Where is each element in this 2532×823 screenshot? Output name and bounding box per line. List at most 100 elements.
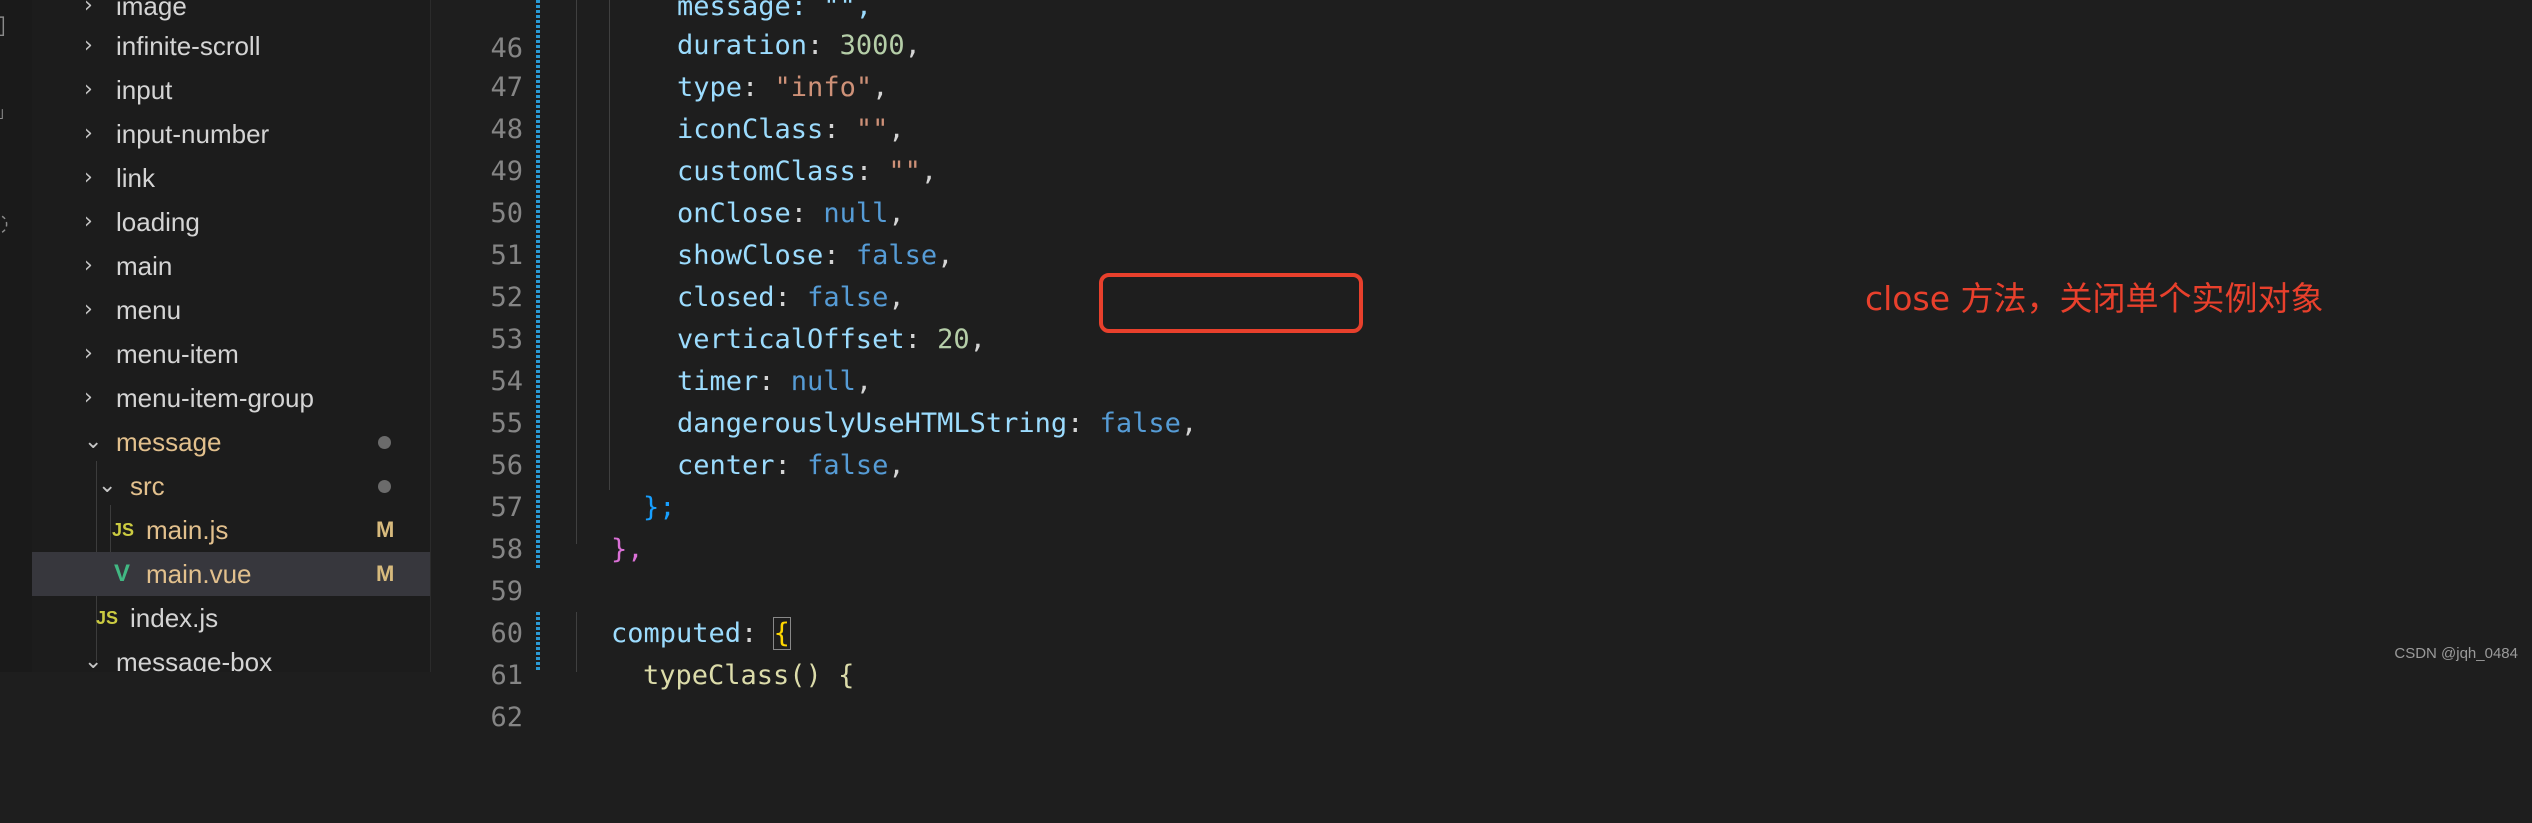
tree-folder-input[interactable]: › input: [32, 68, 430, 112]
js-file-icon: JS: [96, 608, 119, 628]
property-value: 20: [937, 324, 970, 355]
property-value: false: [807, 450, 889, 481]
property-name: showClose: [677, 240, 824, 271]
property-value: "": [855, 114, 889, 145]
chevron-down-icon: ⌄: [98, 473, 117, 498]
property-name: timer: [677, 366, 759, 397]
property-name: customClass: [677, 156, 856, 187]
explorer-sidebar: › image › infinite-scroll › input › inpu…: [32, 0, 431, 672]
tree-file-main-js[interactable]: JS main.js M: [32, 508, 430, 552]
tree-item-label: link: [116, 163, 156, 193]
js-file-icon: JS: [112, 520, 135, 540]
tree-item-label: input-number: [116, 119, 270, 149]
tree-folder-menu[interactable]: › menu: [32, 288, 430, 332]
tree-item-label: loading: [116, 207, 200, 237]
property-name: dangerouslyUseHTMLString: [677, 408, 1068, 439]
annotation-text: close 方法，关闭单个实例对象: [1865, 279, 2324, 318]
code-line: 56 dangerouslyUseHTMLString: false,: [431, 403, 2532, 481]
code-text: },: [611, 534, 644, 565]
property-name: center: [677, 450, 775, 481]
property-name: computed: [611, 618, 742, 649]
chevron-right-icon: ›: [84, 165, 93, 190]
chevron-right-icon: ›: [84, 77, 93, 102]
source-control-icon[interactable]: ⑂: [0, 104, 6, 134]
code-line: 61 computed: {: [431, 613, 2532, 691]
tree-item-label: menu-item-group: [116, 383, 314, 413]
tree-folder-src[interactable]: ⌄ src: [32, 464, 430, 508]
property-name: type: [677, 72, 743, 103]
chevron-right-icon: ›: [84, 253, 93, 278]
property-value: "": [888, 156, 921, 187]
tree-folder-input-number[interactable]: › input-number: [32, 112, 430, 156]
tree-item-label: message: [116, 427, 222, 457]
code-content: customClass: "",: [677, 156, 938, 187]
tree-folder-main[interactable]: › main: [32, 244, 430, 288]
code-line: 54 verticalOffset: 20,: [431, 319, 2532, 397]
property-value: false: [855, 240, 938, 271]
tree-item-label: src: [130, 471, 165, 501]
chevron-down-icon: ⌄: [84, 649, 103, 672]
code-line: 60: [431, 571, 2532, 649]
line-number: 62: [490, 702, 523, 733]
tree-folder-message[interactable]: ⌄ message: [32, 420, 430, 464]
chevron-right-icon: ›: [84, 297, 93, 322]
tree-item-label: infinite-scroll: [116, 31, 261, 61]
tree-folder-menu-item-group[interactable]: › menu-item-group: [32, 376, 430, 420]
property-value: null: [823, 198, 889, 229]
activity-bar: ▯ ⑂ ◌: [0, 0, 32, 672]
property-name: closed: [677, 282, 775, 313]
code-content: dangerouslyUseHTMLString: false,: [677, 408, 1198, 439]
highlight-box: [1099, 273, 1363, 333]
modified-dot-icon: [378, 480, 391, 493]
code-content: iconClass: "",: [677, 114, 905, 145]
code-content: timer: null,: [677, 366, 873, 397]
tree-item-label: menu-item: [116, 339, 239, 369]
chevron-right-icon: ›: [84, 341, 93, 366]
property-name: verticalOffset: [677, 324, 905, 355]
tree-folder-infinite-scroll[interactable]: › infinite-scroll: [32, 24, 430, 68]
tree-folder-link[interactable]: › link: [32, 156, 430, 200]
code-content: type: "info",: [677, 72, 889, 103]
code-line: 51 onClose: null,: [431, 193, 2532, 271]
code-line: 62 typeClass() {: [431, 655, 2532, 733]
watermark: CSDN @jqh_0484: [2394, 645, 2518, 662]
chevron-right-icon: ›: [84, 385, 93, 410]
property-value: "info": [774, 72, 873, 103]
tree-folder-loading[interactable]: › loading: [32, 200, 430, 244]
code-line: 59 },: [431, 529, 2532, 607]
code-line: 50 customClass: "",: [431, 151, 2532, 229]
tree-folder-message-box[interactable]: ⌄ message-box: [32, 640, 430, 672]
property-name: onClose: [677, 198, 791, 229]
code-line: 52 showClose: false,: [431, 235, 2532, 313]
run-debug-icon[interactable]: ◌: [0, 208, 9, 238]
property-name: duration: [677, 30, 808, 61]
code-content: closed: false,: [677, 282, 905, 313]
modified-dot-icon: [378, 436, 391, 449]
git-modified-badge: M: [376, 561, 395, 586]
code-text: typeClass() {: [643, 660, 855, 691]
tree-folder-menu-item[interactable]: › menu-item: [32, 332, 430, 376]
code-line: 57 center: false,: [431, 445, 2532, 523]
code-content: verticalOffset: 20,: [677, 324, 986, 355]
property-value: false: [807, 282, 889, 313]
code-editor[interactable]: 46 message: "", 47 duration: 3000, 48 ty…: [431, 0, 2532, 733]
tree-item-label: message-box: [116, 647, 273, 672]
chevron-right-icon: ›: [84, 209, 93, 234]
property-value: null: [790, 366, 856, 397]
files-icon[interactable]: ▯: [0, 10, 6, 40]
tree-file-index-js[interactable]: JS index.js: [32, 596, 430, 640]
code-content: computed: {: [611, 617, 791, 650]
tree-file-main-vue[interactable]: V main.vue M: [32, 552, 430, 596]
git-modified-badge: M: [376, 517, 395, 542]
tree-item-label: main.vue: [146, 559, 252, 589]
chevron-right-icon: ›: [84, 121, 93, 146]
tree-item-label: index.js: [130, 603, 219, 633]
code-text: message: "",: [677, 0, 873, 22]
code-line: 47 duration: 3000,: [431, 25, 2532, 103]
chevron-down-icon: ⌄: [84, 429, 103, 454]
property-name: iconClass: [677, 114, 824, 145]
code-line: 48 type: "info",: [431, 67, 2532, 145]
property-value: 3000: [839, 30, 905, 61]
chevron-right-icon: ›: [84, 33, 93, 58]
code-content: center: false,: [677, 450, 905, 481]
